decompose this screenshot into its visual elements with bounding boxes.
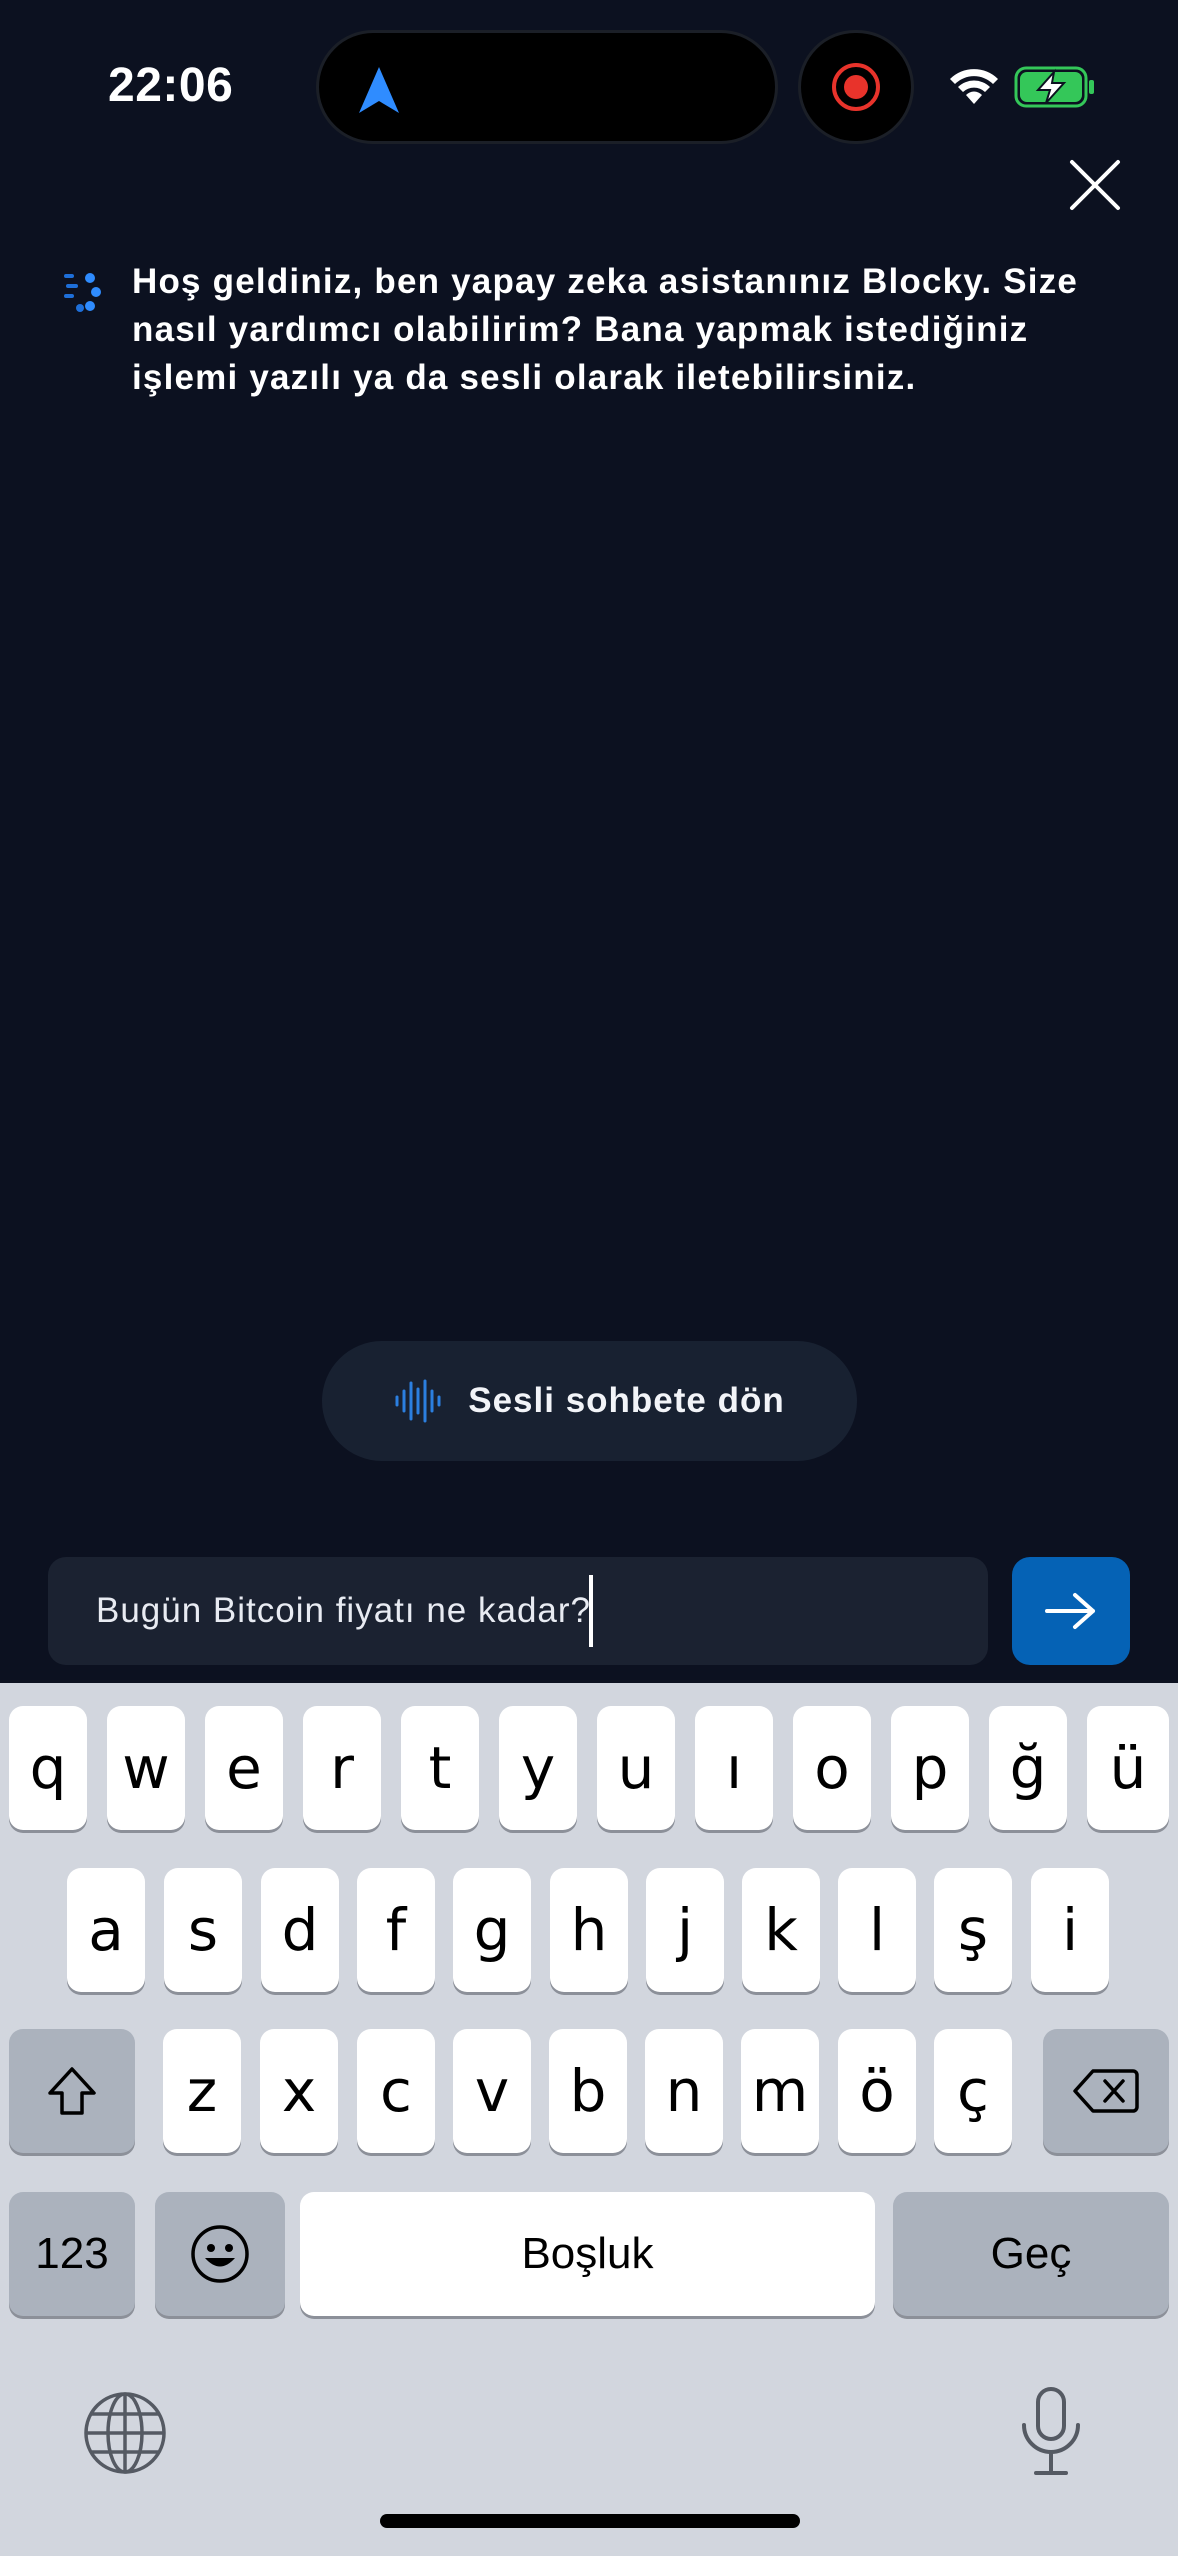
- key-u[interactable]: u: [597, 1706, 675, 1830]
- sound-wave-icon: [395, 1379, 441, 1423]
- space-key[interactable]: Boşluk: [300, 2192, 875, 2316]
- key-k[interactable]: k: [742, 1868, 820, 1992]
- key-l[interactable]: l: [838, 1868, 916, 1992]
- key-y[interactable]: y: [499, 1706, 577, 1830]
- key-s[interactable]: s: [164, 1868, 242, 1992]
- battery-charging-icon: [1014, 66, 1094, 108]
- emoji-key[interactable]: [155, 2192, 285, 2316]
- key-c[interactable]: c: [357, 2029, 435, 2153]
- key-d[interactable]: d: [261, 1868, 339, 1992]
- navigation-arrow-icon: [359, 67, 399, 113]
- key-q[interactable]: q: [9, 1706, 87, 1830]
- return-key[interactable]: Geç: [893, 2192, 1169, 2316]
- text-caret: [589, 1575, 594, 1647]
- key-c-cedilla[interactable]: ç: [934, 2029, 1012, 2153]
- arrow-right-icon: [1045, 1593, 1095, 1629]
- message-input-value: Bugün Bitcoin fiyatı ne kadar?: [96, 1591, 592, 1630]
- home-indicator: [380, 2514, 800, 2528]
- close-icon[interactable]: [1060, 150, 1130, 220]
- key-g-breve[interactable]: ğ: [989, 1706, 1067, 1830]
- key-x[interactable]: x: [260, 2029, 338, 2153]
- key-e[interactable]: e: [205, 1706, 283, 1830]
- wifi-icon: [950, 69, 998, 104]
- blocky-assistant-icon: [64, 273, 101, 312]
- key-g[interactable]: g: [453, 1868, 531, 1992]
- key-dotless-i[interactable]: ı: [695, 1706, 773, 1830]
- key-f[interactable]: f: [357, 1868, 435, 1992]
- key-r[interactable]: r: [303, 1706, 381, 1830]
- shift-key[interactable]: [9, 2029, 135, 2153]
- backspace-icon: [1073, 2069, 1139, 2113]
- key-b[interactable]: b: [549, 2029, 627, 2153]
- key-z[interactable]: z: [163, 2029, 241, 2153]
- message-input[interactable]: Bugün Bitcoin fiyatı ne kadar?: [48, 1557, 988, 1665]
- key-w[interactable]: w: [107, 1706, 185, 1830]
- key-i[interactable]: i: [1031, 1868, 1109, 1992]
- emoji-icon: [191, 2225, 249, 2283]
- key-j[interactable]: j: [646, 1868, 724, 1992]
- key-s-cedilla[interactable]: ş: [934, 1868, 1012, 1992]
- key-h[interactable]: h: [550, 1868, 628, 1992]
- status-time: 22:06: [108, 59, 234, 112]
- shift-icon: [48, 2067, 96, 2115]
- key-v[interactable]: v: [453, 2029, 531, 2153]
- key-t[interactable]: t: [401, 1706, 479, 1830]
- key-p[interactable]: p: [891, 1706, 969, 1830]
- screen-record-indicator: [798, 30, 914, 144]
- backspace-key[interactable]: [1043, 2029, 1169, 2153]
- key-n[interactable]: n: [645, 2029, 723, 2153]
- key-u-umlaut[interactable]: ü: [1087, 1706, 1169, 1830]
- assistant-message: Hoş geldiniz, ben yapay zeka asistanınız…: [132, 262, 1079, 397]
- key-o-umlaut[interactable]: ö: [838, 2029, 916, 2153]
- dynamic-island: [316, 30, 778, 144]
- voice-chat-label: Sesli sohbete dön: [468, 1381, 785, 1420]
- send-button[interactable]: [1012, 1557, 1130, 1665]
- key-o[interactable]: o: [793, 1706, 871, 1830]
- key-m[interactable]: m: [741, 2029, 819, 2153]
- key-a[interactable]: a: [67, 1868, 145, 1992]
- voice-chat-button[interactable]: Sesli sohbete dön: [322, 1341, 857, 1461]
- globe-icon[interactable]: [82, 2390, 168, 2476]
- microphone-icon[interactable]: [1016, 2385, 1086, 2480]
- numbers-key[interactable]: 123: [9, 2192, 135, 2316]
- screen-record-icon: [832, 63, 880, 111]
